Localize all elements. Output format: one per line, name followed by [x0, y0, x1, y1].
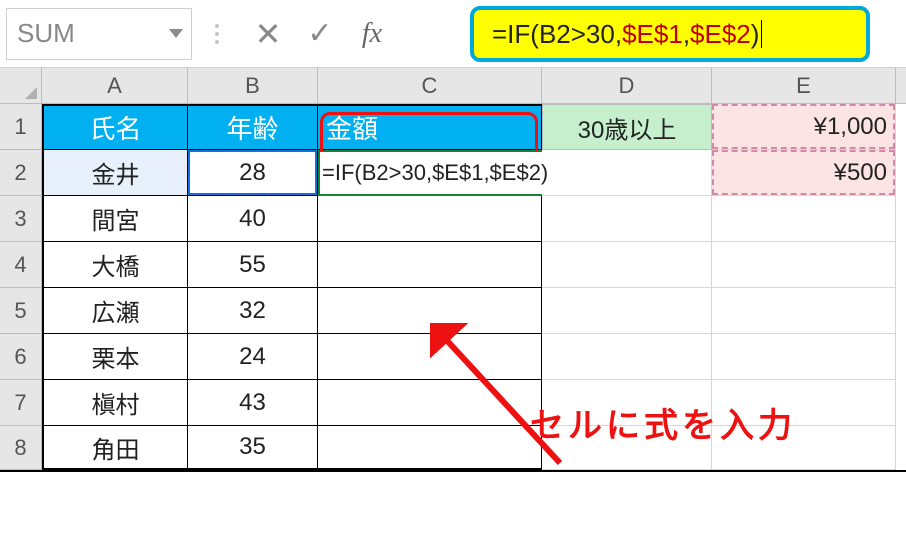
row-header-5[interactable]: 5: [0, 288, 42, 334]
cell-E1-value: ¥1,000: [814, 113, 887, 141]
cell-C8[interactable]: [318, 426, 542, 470]
cell-C3[interactable]: [318, 196, 542, 242]
cell-D1[interactable]: 30歳以上: [542, 104, 712, 150]
select-all-corner[interactable]: [0, 68, 42, 103]
insert-function-button[interactable]: fx: [346, 8, 398, 60]
cell-B6[interactable]: 24: [188, 334, 318, 380]
table-row: 4 大橋 55: [0, 242, 906, 288]
cell-C7[interactable]: [318, 380, 542, 426]
column-header-B[interactable]: B: [188, 68, 318, 103]
cell-E6[interactable]: [712, 334, 896, 380]
fx-label: fx: [362, 18, 382, 50]
cell-E2[interactable]: ¥500: [712, 150, 896, 196]
column-header-row: A B C D E: [0, 68, 906, 104]
cell-A7[interactable]: 槇村: [42, 380, 188, 426]
cell-A2[interactable]: 金井: [42, 150, 188, 196]
header-amount[interactable]: 金額: [318, 104, 542, 150]
formula-bar-divider: [210, 24, 224, 44]
row-header-8[interactable]: 8: [0, 426, 42, 470]
name-box-text: SUM: [17, 18, 75, 49]
formula-arg2: $E$2: [690, 19, 751, 50]
column-header-A[interactable]: A: [42, 68, 188, 103]
row-header-2[interactable]: 2: [0, 150, 42, 196]
cell-A3[interactable]: 間宮: [42, 196, 188, 242]
cell-C4[interactable]: [318, 242, 542, 288]
cell-D6[interactable]: [542, 334, 712, 380]
table-row: 6 栗本 24: [0, 334, 906, 380]
enter-button[interactable]: ✓: [294, 8, 346, 60]
worksheet-grid[interactable]: A B C D E 1 氏名 年齢 金額 30歳以上 ¥1,000 2 金井 2…: [0, 68, 906, 472]
formula-arg1: $E$1: [622, 19, 683, 50]
row-header-6[interactable]: 6: [0, 334, 42, 380]
cell-B7[interactable]: 43: [188, 380, 318, 426]
formula-bar: SUM ✕ ✓ fx =IF(B2>30,$E$1,$E$2): [0, 0, 906, 68]
row-header-4[interactable]: 4: [0, 242, 42, 288]
formula-suffix: ): [751, 19, 760, 50]
cell-B8[interactable]: 35: [188, 426, 318, 470]
row-header-3[interactable]: 3: [0, 196, 42, 242]
cell-D2[interactable]: [542, 150, 712, 196]
row-header-1[interactable]: 1: [0, 104, 42, 150]
table-header-row: 1 氏名 年齢 金額 30歳以上 ¥1,000: [0, 104, 906, 150]
column-header-D[interactable]: D: [542, 68, 712, 103]
column-header-C[interactable]: C: [318, 68, 542, 103]
cell-B4[interactable]: 55: [188, 242, 318, 288]
cell-D4[interactable]: [542, 242, 712, 288]
cell-D3[interactable]: [542, 196, 712, 242]
cell-E5[interactable]: [712, 288, 896, 334]
cell-A6[interactable]: 栗本: [42, 334, 188, 380]
name-box-dropdown-icon[interactable]: [169, 29, 183, 38]
cell-B5[interactable]: 32: [188, 288, 318, 334]
cell-E2-value: ¥500: [834, 159, 887, 187]
text-cursor: [761, 20, 762, 48]
callout-annotation: セルに式を入力: [530, 398, 796, 447]
table-row: 3 間宮 40: [0, 196, 906, 242]
cell-A5[interactable]: 広瀬: [42, 288, 188, 334]
formula-bar-input[interactable]: =IF(B2>30,$E$1,$E$2): [470, 6, 870, 62]
cell-E1[interactable]: ¥1,000: [712, 104, 896, 150]
name-box[interactable]: SUM: [6, 8, 192, 60]
cell-C6[interactable]: [318, 334, 542, 380]
cell-B2-value: 28: [239, 159, 266, 187]
cell-formula-text: =IF(B2>30,$E$1,$E$2): [322, 160, 548, 186]
header-age[interactable]: 年齢: [188, 104, 318, 150]
cell-E4[interactable]: [712, 242, 896, 288]
cell-E3[interactable]: [712, 196, 896, 242]
cell-B2[interactable]: 28: [188, 150, 318, 196]
formula-comma: ,: [683, 19, 690, 50]
cell-A4[interactable]: 大橋: [42, 242, 188, 288]
formula-prefix: =IF(B2>30,: [492, 19, 622, 50]
column-header-E[interactable]: E: [712, 68, 896, 103]
cell-B3[interactable]: 40: [188, 196, 318, 242]
cell-C5[interactable]: [318, 288, 542, 334]
cancel-button[interactable]: ✕: [242, 8, 294, 60]
row-header-7[interactable]: 7: [0, 380, 42, 426]
cell-editing-text: =IF(B2>30,$E$1,$E$2): [320, 152, 550, 194]
cell-A8[interactable]: 角田: [42, 426, 188, 470]
table-row: 5 広瀬 32: [0, 288, 906, 334]
header-name[interactable]: 氏名: [42, 104, 188, 150]
cell-D5[interactable]: [542, 288, 712, 334]
